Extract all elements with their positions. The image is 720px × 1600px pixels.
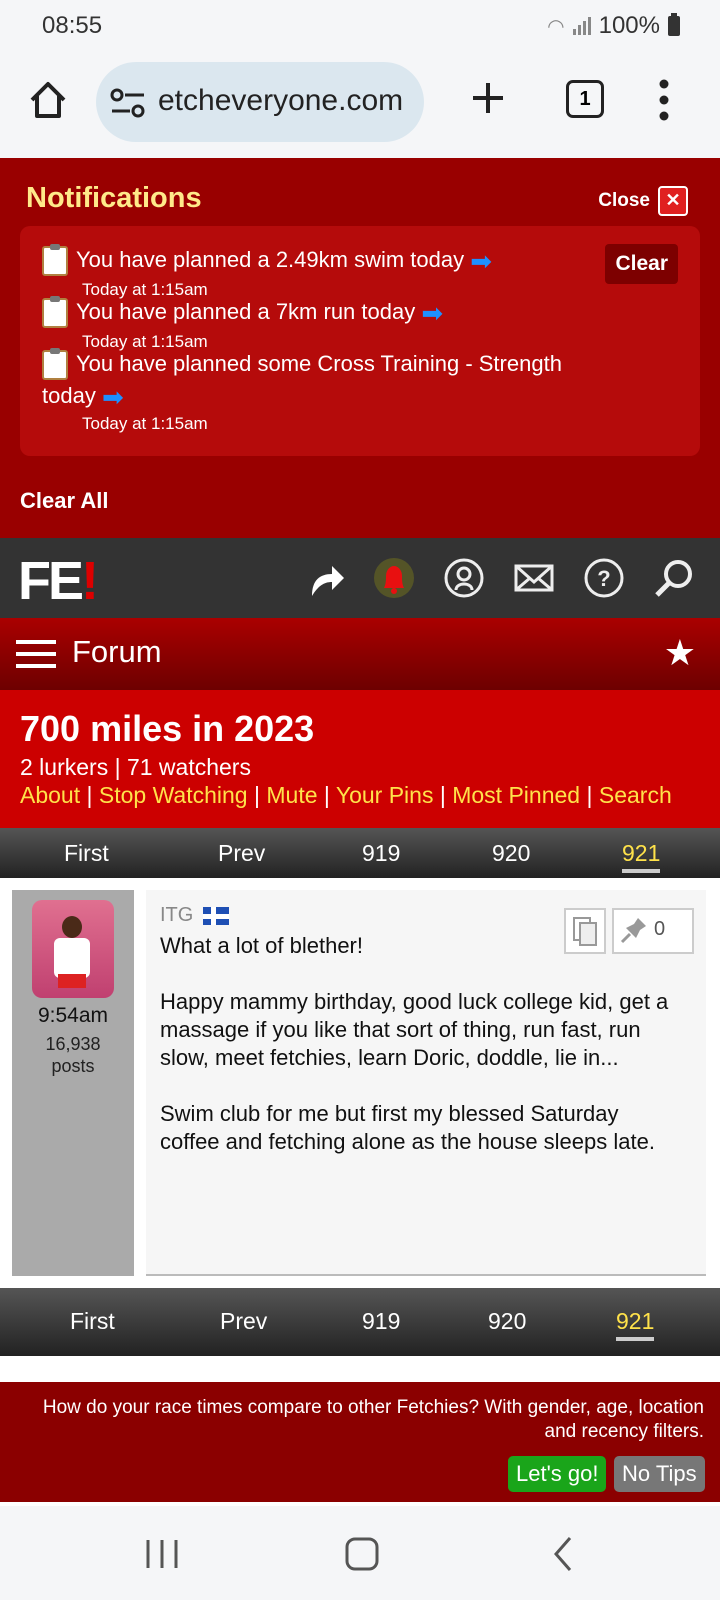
logo-bang: ! (81, 551, 99, 611)
notifications-panel: Notifications Close ✕ Clear You have pla… (0, 158, 720, 538)
thread-meta: 2 lurkers | 71 watchers (20, 754, 251, 780)
tip-banner: How do your race times compare to other … (0, 1382, 720, 1502)
author-name: ITG (160, 904, 194, 926)
help-icon[interactable]: ? (582, 556, 626, 600)
site-header: FE! ? (0, 538, 720, 618)
new-tab-icon[interactable] (470, 80, 506, 116)
link-search[interactable]: Search (599, 782, 672, 808)
pager-bottom: First Prev 919 920 921 (0, 1288, 720, 1356)
pager-current-page[interactable]: 921 (622, 840, 661, 873)
address-bar[interactable]: etcheveryone.com (96, 62, 424, 142)
more-menu-icon[interactable] (658, 78, 670, 122)
link-mute[interactable]: Mute (266, 782, 317, 808)
wifi-icon: ◠ (547, 15, 565, 38)
link-stop-watching[interactable]: Stop Watching (99, 782, 248, 808)
post-author-column: 9:54am 16,938 posts (12, 890, 134, 1276)
notification-text: You have planned a 7km run today (76, 299, 416, 324)
no-tips-button[interactable]: No Tips (614, 1456, 705, 1492)
clipboard-icon (42, 244, 68, 277)
status-time: 08:55 (42, 12, 103, 39)
close-label: Close (598, 190, 650, 211)
clear-button[interactable]: Clear (605, 244, 678, 284)
pager-first[interactable]: First (64, 840, 109, 867)
pager-page[interactable]: 919 (362, 840, 400, 867)
site-logo[interactable]: FE! (18, 550, 99, 612)
pager-page[interactable]: 920 (488, 1308, 526, 1335)
forum-bar: Forum ★ (0, 618, 720, 690)
notification-item[interactable]: You have planned a 7km run today ➡ (42, 296, 602, 329)
clipboard-icon (42, 348, 68, 381)
signal-icon (572, 17, 591, 35)
arrow-right-icon[interactable]: ➡ (102, 381, 124, 413)
battery-icon (668, 13, 680, 36)
thread-header: 700 miles in 2023 2 lurkers | 71 watcher… (0, 690, 720, 828)
close-notifications-button[interactable]: Close ✕ (598, 186, 688, 216)
notification-list: Clear You have planned a 2.49km swim tod… (20, 226, 700, 456)
link-about[interactable]: About (20, 782, 80, 808)
lets-go-button[interactable]: Let's go! (508, 1456, 607, 1492)
svg-text:?: ? (597, 566, 610, 591)
share-arrow-icon[interactable] (302, 556, 346, 600)
avatar[interactable] (32, 900, 114, 998)
home-icon[interactable] (26, 78, 70, 122)
mail-icon[interactable] (512, 556, 556, 600)
hamburger-menu-icon[interactable] (16, 638, 56, 670)
recents-icon[interactable] (142, 1534, 182, 1574)
post-author[interactable]: ITG (160, 904, 229, 927)
url-text: etcheveryone.com (158, 84, 404, 117)
pager-page[interactable]: 919 (362, 1308, 400, 1335)
search-icon[interactable] (652, 556, 696, 600)
status-icons: ◠ 100% (547, 12, 680, 40)
pager-current-page[interactable]: 921 (616, 1308, 655, 1341)
back-icon[interactable] (544, 1534, 584, 1574)
post-body: What a lot of blether! Happy mammy birth… (160, 933, 669, 1154)
post-count: 16,938 (45, 1034, 101, 1054)
link-most-pinned[interactable]: Most Pinned (452, 782, 580, 808)
clear-all-button[interactable]: Clear All (20, 488, 108, 514)
profile-icon[interactable] (442, 556, 486, 600)
post-time: 9:54am (37, 1004, 109, 1027)
battery-percent: 100% (598, 12, 660, 39)
system-nav-bar (0, 1506, 720, 1600)
thread-links: About | Stop Watching | Mute | Your Pins… (20, 782, 672, 808)
tab-switcher-button[interactable]: 1 (566, 80, 604, 118)
logo-text: FE (18, 551, 84, 611)
notification-time: Today at 1:15am (82, 414, 208, 433)
forum-label[interactable]: Forum (72, 634, 162, 670)
browser-toolbar: etcheveryone.com 1 (0, 52, 720, 158)
tip-message: How do your race times compare to other … (42, 1397, 704, 1442)
pager-prev[interactable]: Prev (220, 1308, 267, 1335)
pager-prev[interactable]: Prev (218, 840, 265, 867)
notifications-title: Notifications (26, 182, 202, 214)
site-settings-icon[interactable] (110, 86, 146, 120)
post-content: ITG 0 What a lot of blether! Happy mammy… (146, 890, 706, 1276)
pager-top: First Prev 919 920 921 (0, 828, 720, 878)
iceland-flag-icon (202, 906, 229, 925)
arrow-right-icon[interactable]: ➡ (470, 245, 492, 277)
clipboard-icon (42, 296, 68, 329)
pager-page[interactable]: 920 (492, 840, 530, 867)
notification-text: You have planned a 2.49km swim today (76, 247, 465, 272)
thread-title: 700 miles in 2023 (20, 708, 315, 749)
bell-icon[interactable] (372, 556, 416, 600)
close-icon[interactable]: ✕ (658, 186, 688, 216)
link-your-pins[interactable]: Your Pins (336, 782, 434, 808)
arrow-right-icon[interactable]: ➡ (421, 297, 443, 329)
post-count-label: posts (51, 1056, 95, 1076)
notification-item[interactable]: You have planned a 2.49km swim today ➡ (42, 244, 602, 277)
star-icon[interactable]: ★ (664, 632, 696, 674)
home-nav-icon[interactable] (342, 1534, 382, 1574)
notification-item[interactable]: You have planned some Cross Training - S… (42, 348, 602, 413)
status-bar: 08:55 ◠ 100% (0, 0, 720, 52)
pager-first[interactable]: First (70, 1308, 115, 1335)
